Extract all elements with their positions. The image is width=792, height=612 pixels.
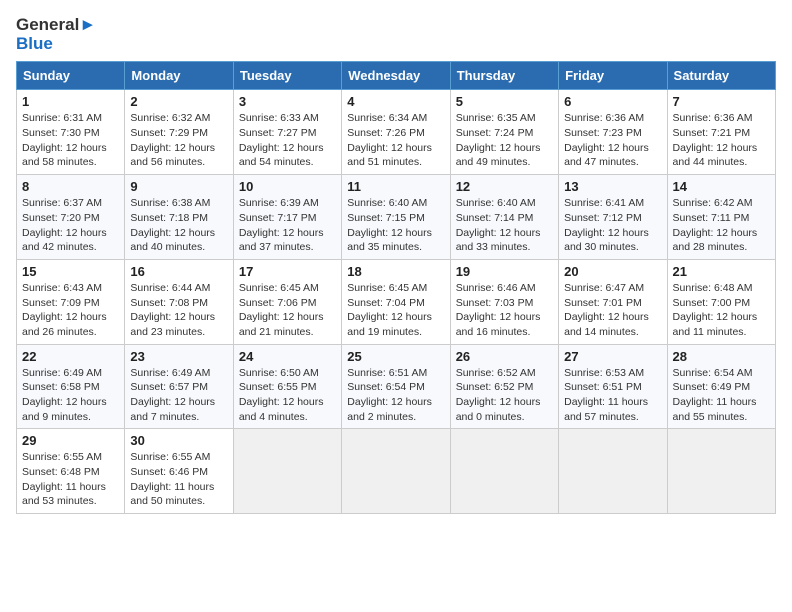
calendar-cell: 13Sunrise: 6:41 AMSunset: 7:12 PMDayligh… [559,175,667,260]
calendar-cell: 29Sunrise: 6:55 AMSunset: 6:48 PMDayligh… [17,429,125,514]
calendar-table: SundayMondayTuesdayWednesdayThursdayFrid… [16,61,776,514]
calendar-cell: 15Sunrise: 6:43 AMSunset: 7:09 PMDayligh… [17,259,125,344]
calendar-cell: 1Sunrise: 6:31 AMSunset: 7:30 PMDaylight… [17,90,125,175]
weekday-header-sunday: Sunday [17,62,125,90]
weekday-header-tuesday: Tuesday [233,62,341,90]
calendar-cell: 4Sunrise: 6:34 AMSunset: 7:26 PMDaylight… [342,90,450,175]
calendar-cell: 6Sunrise: 6:36 AMSunset: 7:23 PMDaylight… [559,90,667,175]
calendar-cell: 28Sunrise: 6:54 AMSunset: 6:49 PMDayligh… [667,344,775,429]
calendar-cell: 23Sunrise: 6:49 AMSunset: 6:57 PMDayligh… [125,344,233,429]
page-header: General► Blue [16,16,776,53]
calendar-cell: 9Sunrise: 6:38 AMSunset: 7:18 PMDaylight… [125,175,233,260]
calendar-week-5: 29Sunrise: 6:55 AMSunset: 6:48 PMDayligh… [17,429,776,514]
calendar-cell: 5Sunrise: 6:35 AMSunset: 7:24 PMDaylight… [450,90,558,175]
calendar-cell [667,429,775,514]
calendar-cell: 2Sunrise: 6:32 AMSunset: 7:29 PMDaylight… [125,90,233,175]
weekday-header-saturday: Saturday [667,62,775,90]
weekday-header-thursday: Thursday [450,62,558,90]
calendar-cell: 18Sunrise: 6:45 AMSunset: 7:04 PMDayligh… [342,259,450,344]
weekday-header-row: SundayMondayTuesdayWednesdayThursdayFrid… [17,62,776,90]
calendar-cell: 8Sunrise: 6:37 AMSunset: 7:20 PMDaylight… [17,175,125,260]
weekday-header-friday: Friday [559,62,667,90]
calendar-cell: 21Sunrise: 6:48 AMSunset: 7:00 PMDayligh… [667,259,775,344]
calendar-cell [233,429,341,514]
logo: General► Blue [16,16,96,53]
calendar-cell: 10Sunrise: 6:39 AMSunset: 7:17 PMDayligh… [233,175,341,260]
calendar-cell: 17Sunrise: 6:45 AMSunset: 7:06 PMDayligh… [233,259,341,344]
calendar-cell [342,429,450,514]
calendar-week-1: 1Sunrise: 6:31 AMSunset: 7:30 PMDaylight… [17,90,776,175]
calendar-cell: 20Sunrise: 6:47 AMSunset: 7:01 PMDayligh… [559,259,667,344]
calendar-cell: 30Sunrise: 6:55 AMSunset: 6:46 PMDayligh… [125,429,233,514]
calendar-cell: 3Sunrise: 6:33 AMSunset: 7:27 PMDaylight… [233,90,341,175]
calendar-cell: 7Sunrise: 6:36 AMSunset: 7:21 PMDaylight… [667,90,775,175]
weekday-header-wednesday: Wednesday [342,62,450,90]
calendar-cell: 26Sunrise: 6:52 AMSunset: 6:52 PMDayligh… [450,344,558,429]
logo-container: General► Blue [16,16,96,53]
calendar-cell: 24Sunrise: 6:50 AMSunset: 6:55 PMDayligh… [233,344,341,429]
calendar-cell [450,429,558,514]
calendar-cell: 22Sunrise: 6:49 AMSunset: 6:58 PMDayligh… [17,344,125,429]
calendar-cell: 27Sunrise: 6:53 AMSunset: 6:51 PMDayligh… [559,344,667,429]
calendar-cell: 16Sunrise: 6:44 AMSunset: 7:08 PMDayligh… [125,259,233,344]
calendar-week-4: 22Sunrise: 6:49 AMSunset: 6:58 PMDayligh… [17,344,776,429]
calendar-cell: 19Sunrise: 6:46 AMSunset: 7:03 PMDayligh… [450,259,558,344]
calendar-week-3: 15Sunrise: 6:43 AMSunset: 7:09 PMDayligh… [17,259,776,344]
calendar-cell: 12Sunrise: 6:40 AMSunset: 7:14 PMDayligh… [450,175,558,260]
calendar-cell: 11Sunrise: 6:40 AMSunset: 7:15 PMDayligh… [342,175,450,260]
calendar-cell [559,429,667,514]
calendar-cell: 25Sunrise: 6:51 AMSunset: 6:54 PMDayligh… [342,344,450,429]
weekday-header-monday: Monday [125,62,233,90]
calendar-week-2: 8Sunrise: 6:37 AMSunset: 7:20 PMDaylight… [17,175,776,260]
calendar-cell: 14Sunrise: 6:42 AMSunset: 7:11 PMDayligh… [667,175,775,260]
